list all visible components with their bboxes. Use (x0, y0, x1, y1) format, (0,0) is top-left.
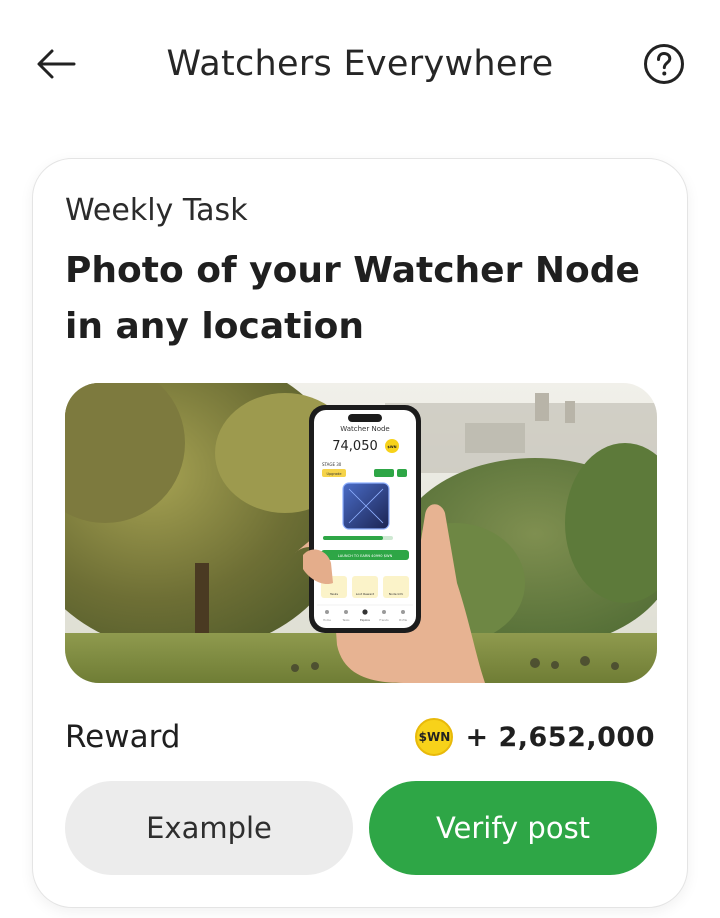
arrow-left-icon (37, 49, 76, 79)
reward-value: $WN + 2,652,000 (415, 715, 655, 759)
phone-nav-label: Profile (399, 618, 407, 622)
phone-coin-label: $WN (387, 445, 396, 449)
example-button[interactable]: Example (65, 781, 353, 875)
verify-post-button[interactable]: Verify post (369, 781, 657, 875)
phone-nav-label: Tasks (343, 618, 351, 622)
phone-tile-label: Node Info (389, 592, 404, 596)
app-header: Watchers Everywhere (0, 0, 720, 128)
reward-amount: + 2,652,000 (465, 721, 655, 753)
task-title: Photo of your Watcher Node in any locati… (65, 250, 640, 347)
phone-nav-label: Friends (379, 618, 389, 622)
back-button[interactable] (30, 40, 82, 88)
help-button[interactable] (638, 40, 690, 88)
reward-label: Reward (65, 719, 181, 755)
page-title: Watchers Everywhere (166, 44, 554, 84)
task-example-image: Watcher Node 74,050 $WN STAGE 30 Upgrade… (65, 383, 657, 683)
coin-label: $WN (418, 730, 451, 744)
phone-cta: LAUNCH TO EARN 40990 $WN (338, 554, 393, 558)
wn-coin-icon: $WN (415, 718, 454, 756)
phone-nav-label: Explore (360, 618, 370, 622)
task-type-label: Weekly Task (65, 193, 248, 228)
phone-tile-label: Tasks (329, 592, 338, 596)
phone-stage: STAGE 30 (322, 462, 342, 467)
question-circle-icon (644, 44, 684, 84)
phone-balance: 74,050 (332, 439, 378, 454)
phone-screen-title: Watcher Node (340, 425, 389, 433)
phone-tile-label: Loot Reward (356, 592, 375, 596)
phone-nav-label: Home (323, 618, 331, 622)
phone-upgrade: Upgrade (327, 472, 342, 476)
task-card: Weekly Task Photo of your Watcher Node i… (32, 158, 688, 908)
